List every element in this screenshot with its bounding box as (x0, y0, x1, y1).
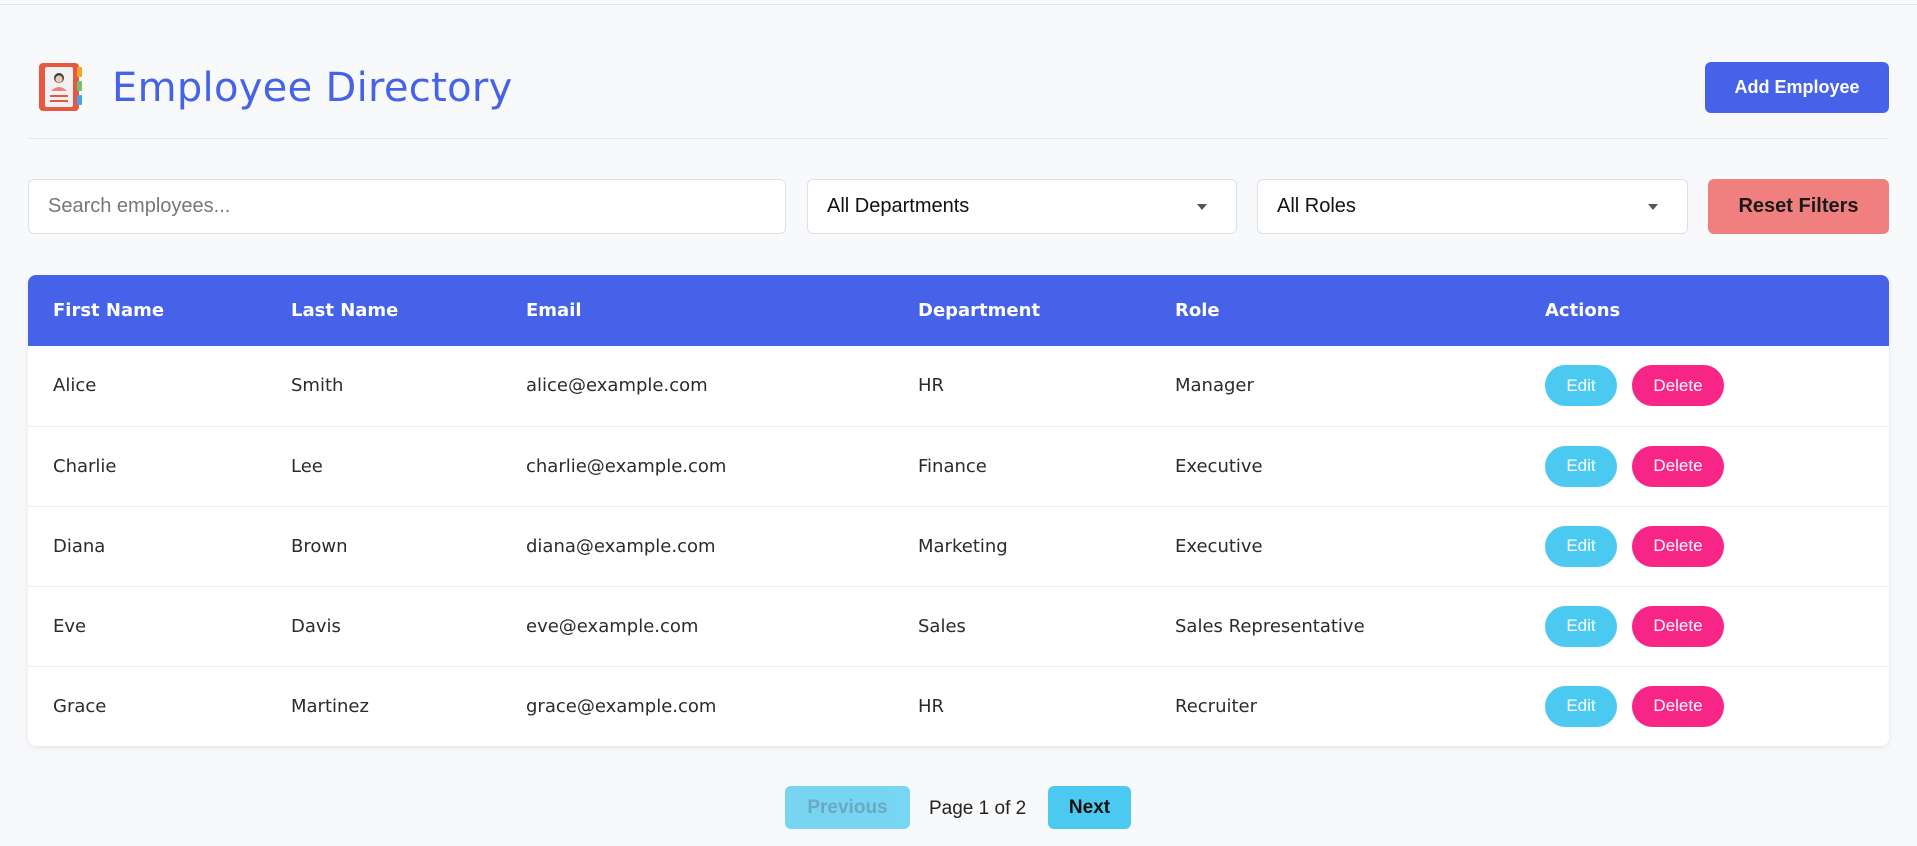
table-row: Eve Davis eve@example.com Sales Sales Re… (28, 586, 1889, 666)
cell-role: Sales Representative (1175, 615, 1365, 637)
page-indicator: Page 1 of 2 (929, 798, 1027, 819)
cell-first-name: Diana (53, 535, 106, 557)
delete-button[interactable]: Delete (1632, 365, 1724, 407)
cell-actions: Edit Delete (1520, 346, 1889, 426)
cell-role: Executive (1175, 535, 1263, 557)
role-select-value: All Roles (1277, 195, 1356, 217)
cell-email: eve@example.com (526, 615, 699, 637)
delete-button[interactable]: Delete (1632, 605, 1724, 647)
column-header-email: Email (526, 300, 582, 321)
table-row: Diana Brown diana@example.com Marketing … (28, 506, 1889, 586)
cell-actions: Edit Delete (1520, 426, 1889, 506)
delete-button[interactable]: Delete (1632, 685, 1724, 727)
cell-role: Manager (1175, 375, 1254, 397)
cell-department: HR (918, 375, 945, 397)
pagination: Previous Page 1 of 2 Next (28, 746, 1889, 846)
cell-first-name: Grace (53, 695, 107, 717)
table-row: Alice Smith alice@example.com HR Manager… (28, 346, 1889, 426)
cell-department: HR (918, 695, 945, 717)
column-header-last-name: Last Name (291, 300, 399, 321)
filter-bar: All Departments All Roles Reset Filters (28, 139, 1889, 275)
cell-last-name: Lee (291, 455, 323, 477)
employee-table-card: First Name Last Name Email Department Ro… (28, 275, 1889, 746)
cell-department: Marketing (918, 535, 1008, 557)
cell-email: diana@example.com (526, 535, 716, 557)
department-select[interactable]: All Departments (807, 179, 1237, 234)
cell-role: Executive (1175, 455, 1263, 477)
cell-actions: Edit Delete (1520, 586, 1889, 666)
cell-email: grace@example.com (526, 695, 717, 717)
delete-button[interactable]: Delete (1632, 525, 1724, 567)
column-header-department: Department (918, 300, 1041, 321)
cell-last-name: Davis (291, 615, 341, 637)
table-header-row: First Name Last Name Email Department Ro… (28, 275, 1889, 346)
edit-button[interactable]: Edit (1545, 685, 1617, 727)
cell-email: alice@example.com (526, 375, 708, 397)
table-row: Grace Martinez grace@example.com HR Recr… (28, 666, 1889, 746)
edit-button[interactable]: Edit (1545, 525, 1617, 567)
delete-button[interactable]: Delete (1632, 445, 1724, 487)
cell-role: Recruiter (1175, 695, 1258, 717)
employee-table: First Name Last Name Email Department Ro… (28, 275, 1889, 746)
cell-email: charlie@example.com (526, 455, 727, 477)
reset-filters-button[interactable]: Reset Filters (1708, 179, 1889, 234)
add-employee-button[interactable]: Add Employee (1705, 62, 1889, 113)
department-select-value: All Departments (827, 195, 970, 217)
previous-page-button[interactable]: Previous (785, 786, 910, 829)
cell-last-name: Smith (291, 375, 344, 397)
chevron-down-icon (1197, 203, 1207, 210)
cell-actions: Edit Delete (1520, 506, 1889, 586)
page-title: Employee Directory (112, 65, 513, 111)
edit-button[interactable]: Edit (1545, 365, 1617, 407)
column-header-actions: Actions (1545, 300, 1621, 321)
cell-first-name: Charlie (53, 455, 117, 477)
cell-last-name: Brown (291, 535, 348, 557)
edit-button[interactable]: Edit (1545, 605, 1617, 647)
column-header-role: Role (1175, 300, 1220, 321)
chevron-down-icon (1648, 203, 1658, 210)
edit-button[interactable]: Edit (1545, 445, 1617, 487)
table-row: Charlie Lee charlie@example.com Finance … (28, 426, 1889, 506)
role-select[interactable]: All Roles (1257, 179, 1688, 234)
address-book-icon (39, 63, 82, 111)
column-header-first-name: First Name (53, 300, 165, 321)
next-page-button[interactable]: Next (1048, 786, 1131, 829)
page-header: Employee Directory Add Employee (28, 5, 1889, 139)
cell-department: Finance (918, 455, 987, 477)
search-input[interactable] (28, 179, 786, 234)
cell-first-name: Eve (53, 615, 87, 637)
cell-actions: Edit Delete (1520, 666, 1889, 746)
cell-department: Sales (918, 615, 966, 637)
page-container: Employee Directory Add Employee All Depa… (28, 5, 1889, 846)
cell-last-name: Martinez (291, 695, 369, 717)
cell-first-name: Alice (53, 375, 97, 397)
